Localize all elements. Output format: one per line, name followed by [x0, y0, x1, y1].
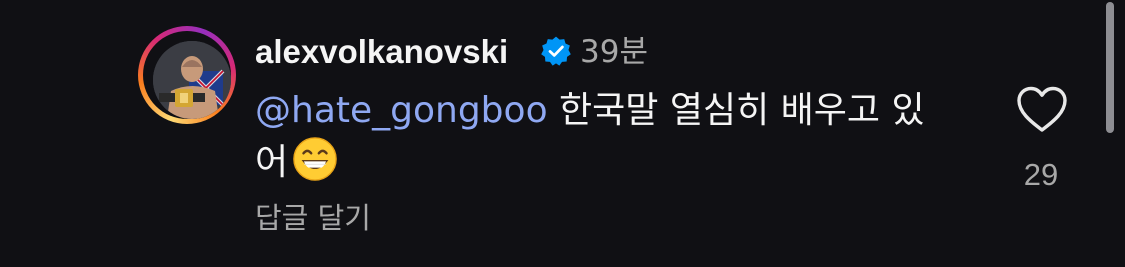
comment-text: @hate_gongboo 한국말 열심히 배우고 있어 — [255, 86, 955, 188]
timestamp: 39분 — [580, 34, 648, 70]
like-count: 29 — [1023, 157, 1059, 192]
reply-button[interactable]: 답글 달기 — [255, 198, 371, 238]
avatar[interactable] — [153, 41, 231, 119]
comment-row: alexvolkanovski 39분 @hate_gongboo 한국말 열심… — [0, 0, 1125, 267]
mention-link[interactable]: @hate_gongboo — [255, 90, 548, 131]
scrollbar[interactable] — [1106, 2, 1114, 133]
verified-badge-icon — [541, 36, 571, 66]
username[interactable]: alexvolkanovski — [255, 32, 508, 72]
grinning-face-emoji — [293, 137, 337, 181]
avatar-story-ring[interactable] — [138, 26, 236, 124]
heart-outline-icon[interactable] — [1016, 85, 1068, 133]
